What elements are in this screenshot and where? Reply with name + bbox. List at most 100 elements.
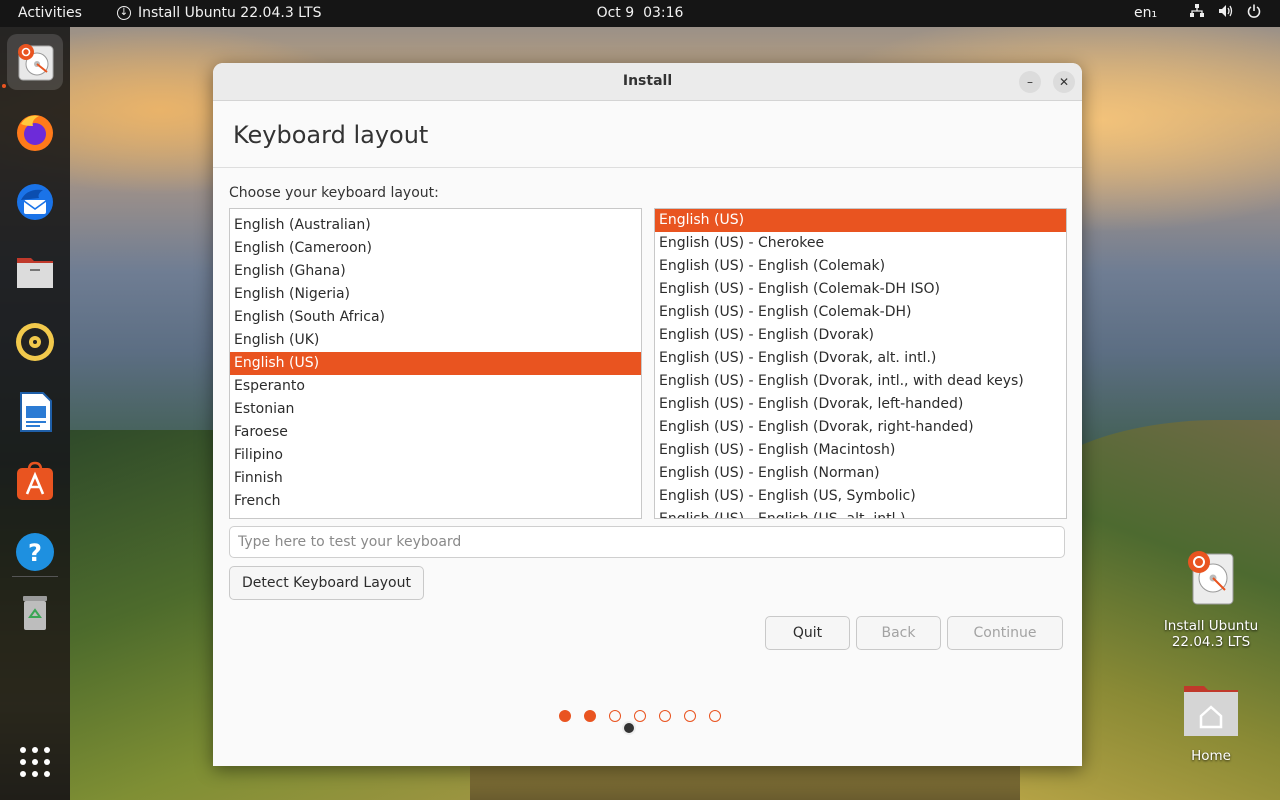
power-icon	[1247, 4, 1261, 18]
variant-list-item[interactable]: English (US) - English (Colemak)	[655, 255, 1066, 278]
dock-item-thunderbird[interactable]	[7, 174, 63, 230]
page-title: Keyboard layout	[233, 121, 429, 149]
activities-button[interactable]: Activities	[18, 5, 82, 21]
dock-item-show-apps[interactable]	[7, 734, 63, 790]
variant-list-item[interactable]: English (US) - English (US, alt. intl.)	[655, 508, 1066, 518]
back-button[interactable]: Back	[856, 616, 941, 650]
variant-list-item[interactable]: English (US) - English (Dvorak)	[655, 324, 1066, 347]
dock-item-installer[interactable]	[7, 34, 63, 90]
input-language-indicator[interactable]: en₁	[1134, 5, 1157, 21]
page-header: Keyboard layout	[213, 101, 1082, 168]
layout-list-item[interactable]: English (Ghana)	[230, 260, 641, 283]
close-icon: ✕	[1058, 75, 1070, 89]
dock-item-firefox[interactable]	[7, 104, 63, 160]
system-tray[interactable]	[1190, 4, 1261, 18]
detect-layout-button[interactable]: Detect Keyboard Layout	[229, 566, 424, 600]
home-folder-icon	[1184, 686, 1238, 736]
progress-step-dot	[684, 710, 696, 722]
volume-icon	[1219, 5, 1233, 17]
app-center-icon	[17, 461, 53, 500]
desktop-icon-home-label: Home	[1191, 748, 1231, 764]
layout-list-item[interactable]: English (UK)	[230, 329, 641, 352]
progress-dots	[559, 710, 721, 722]
active-app-indicator	[2, 84, 6, 88]
detect-layout-label: Detect Keyboard Layout	[242, 575, 411, 591]
installer-window: Install – ✕ Keyboard layout Choose your …	[213, 63, 1082, 766]
variant-list-item[interactable]: English (US) - English (Macintosh)	[655, 439, 1066, 462]
ubuntu-installer-icon	[1188, 551, 1234, 605]
rhythmbox-icon	[16, 323, 54, 361]
firefox-icon	[17, 115, 53, 151]
dock-item-rhythmbox[interactable]	[7, 314, 63, 370]
progress-step-dot	[584, 710, 596, 722]
files-icon	[17, 258, 53, 288]
trash-icon	[23, 596, 47, 630]
variant-list-item[interactable]: English (US) - English (Dvorak, left-han…	[655, 393, 1066, 416]
layout-list[interactable]: English (Australian) English (Cameroon) En…	[229, 208, 642, 519]
layout-list-item[interactable]: English (Cameroon)	[230, 237, 641, 260]
minimize-button[interactable]: –	[1019, 71, 1041, 93]
dock-item-help[interactable]: ?	[7, 524, 63, 580]
desktop-icon-installer-label: Install Ubuntu 22.04.3 LTS	[1163, 618, 1259, 650]
progress-step-dot	[659, 710, 671, 722]
window-titlebar[interactable]: Install – ✕	[213, 63, 1082, 101]
network-icon	[1190, 4, 1204, 17]
variant-list-item[interactable]: English (US) - English (Dvorak, right-ha…	[655, 416, 1066, 439]
dock-item-trash[interactable]	[7, 584, 63, 640]
window-title: Install	[622, 73, 673, 89]
layout-list-item[interactable]: Finnish	[230, 467, 641, 490]
clock-time: 03:16	[643, 5, 684, 21]
progress-step-dot	[559, 710, 571, 722]
top-bar: Activities ↓ Install Ubuntu 22.04.3 LTS …	[0, 0, 1280, 27]
quit-label: Quit	[792, 625, 823, 641]
variant-list[interactable]: English (US) English (US) - Cherokee Engli…	[654, 208, 1067, 519]
ubuntu-installer-icon	[18, 44, 54, 81]
show-apps-icon	[20, 747, 50, 777]
layout-list-item[interactable]: Faroese	[230, 421, 641, 444]
variant-list-item[interactable]: English (US) - Cherokee	[655, 232, 1066, 255]
layout-prompt: Choose your keyboard layout:	[229, 185, 439, 201]
download-icon: ↓	[117, 6, 131, 20]
continue-label: Continue	[973, 625, 1037, 641]
layout-list-item[interactable]: Estonian	[230, 398, 641, 421]
variant-list-item[interactable]: English (US) - English (Norman)	[655, 462, 1066, 485]
thunderbird-icon	[17, 184, 53, 220]
dock-item-app-center[interactable]	[7, 454, 63, 510]
progress-step-dot	[609, 710, 621, 722]
progress-step-dot	[709, 710, 721, 722]
dock-separator	[12, 576, 58, 577]
back-label: Back	[881, 625, 916, 641]
libreoffice-writer-icon	[20, 392, 52, 432]
clock[interactable]: Oct 9 03:16	[597, 5, 684, 21]
keyboard-test-input[interactable]	[229, 526, 1065, 558]
help-icon: ?	[16, 533, 54, 571]
variant-list-item[interactable]: English (US) - English (US, Symbolic)	[655, 485, 1066, 508]
app-menu[interactable]: ↓ Install Ubuntu 22.04.3 LTS	[117, 5, 321, 21]
dock-item-files[interactable]	[7, 244, 63, 300]
layout-list-item[interactable]: English (Nigeria)	[230, 283, 641, 306]
desktop-icon-home[interactable]: Home	[1156, 682, 1266, 764]
variant-list-item[interactable]: English (US) - English (Dvorak, intl., w…	[655, 370, 1066, 393]
close-button[interactable]: ✕	[1053, 71, 1075, 93]
clock-date: Oct 9	[596, 5, 635, 21]
mouse-cursor	[622, 721, 636, 735]
quit-button[interactable]: Quit	[765, 616, 850, 650]
layout-list-item[interactable]: English (US)	[230, 352, 641, 375]
svg-text:?: ?	[28, 539, 42, 567]
layout-list-item[interactable]: French	[230, 490, 641, 513]
app-menu-label: Install Ubuntu 22.04.3 LTS	[138, 5, 322, 21]
variant-list-item[interactable]: English (US) - English (Colemak-DH)	[655, 301, 1066, 324]
variant-list-item[interactable]: English (US)	[655, 209, 1066, 232]
layout-list-item[interactable]: English (South Africa)	[230, 306, 641, 329]
layout-list-item[interactable]: Esperanto	[230, 375, 641, 398]
variant-list-item[interactable]: English (US) - English (Colemak-DH ISO)	[655, 278, 1066, 301]
variant-list-item[interactable]: English (US) - English (Dvorak, alt. int…	[655, 347, 1066, 370]
minimize-icon: –	[1027, 75, 1033, 89]
layout-list-item[interactable]: Filipino	[230, 444, 641, 467]
dock: ?	[0, 27, 70, 800]
progress-step-dot	[634, 710, 646, 722]
layout-list-item[interactable]: English (Australian)	[230, 214, 641, 237]
dock-item-writer[interactable]	[7, 384, 63, 440]
continue-button[interactable]: Continue	[947, 616, 1063, 650]
desktop-icon-installer[interactable]: Install Ubuntu 22.04.3 LTS	[1156, 548, 1266, 650]
